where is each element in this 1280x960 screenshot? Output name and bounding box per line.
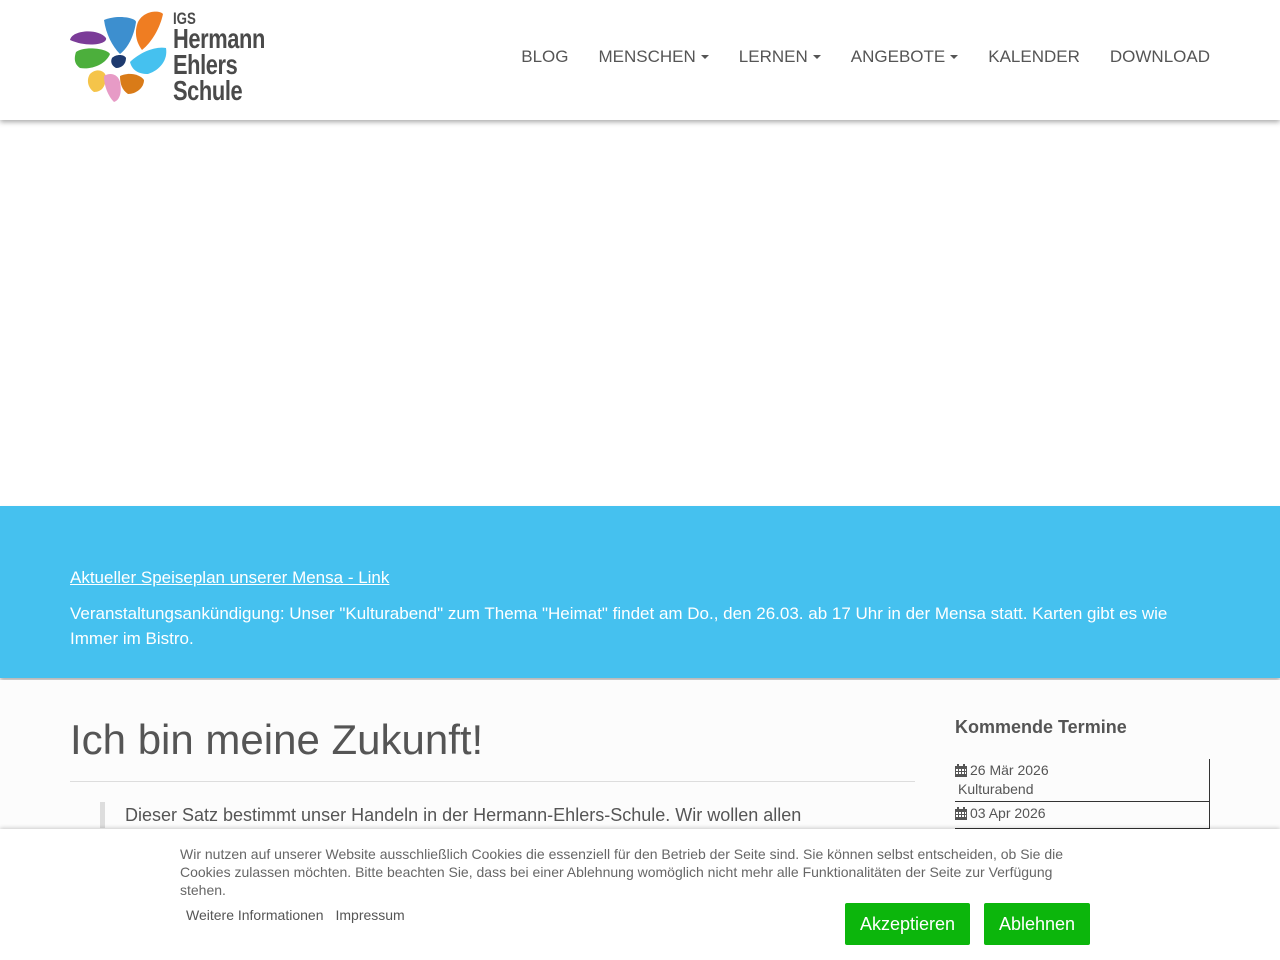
imprint-link[interactable]: Impressum — [335, 907, 404, 923]
nav-label: MENSCHEN — [598, 47, 696, 66]
caret-down-icon — [700, 55, 709, 59]
main-nav: BLOG MENSCHEN LERNEN ANGEBOTE KALENDER D… — [521, 47, 1210, 67]
more-info-link[interactable]: Weitere Informationen — [186, 907, 323, 923]
caret-down-icon — [950, 55, 959, 59]
nav-label: ANGEBOTE — [850, 47, 946, 66]
menu-plan-link[interactable]: Aktueller Speiseplan unserer Mensa - Lin… — [70, 568, 389, 588]
event-announcement: Veranstaltungsankündigung: Unser "Kultur… — [70, 604, 1168, 648]
event-date: 26 Mär 2026 — [955, 762, 1209, 778]
nav-item-menschen[interactable]: MENSCHEN — [599, 47, 709, 67]
page-title: Ich bin meine Zukunft! — [70, 716, 484, 763]
nav-label: LERNEN — [738, 47, 808, 66]
upcoming-events-list: 26 Mär 2026 Kulturabend 03 Apr 2026 — [955, 759, 1210, 829]
nav-label: KALENDER — [988, 47, 1080, 66]
site-header: IGS Hermann Ehlers Schule BLOG MENSCHEN … — [0, 0, 1280, 120]
nav-item-blog[interactable]: BLOG — [521, 47, 568, 67]
cookie-links: Weitere Informationen Impressum — [186, 907, 405, 923]
logo-wordmark: IGS Hermann Ehlers Schule — [173, 10, 265, 105]
nav-item-lernen[interactable]: LERNEN — [739, 47, 821, 67]
caret-down-icon — [812, 55, 821, 59]
hero-area — [0, 120, 1280, 506]
nav-label: BLOG — [521, 47, 569, 66]
nav-item-download[interactable]: DOWNLOAD — [1110, 47, 1210, 67]
nav-item-angebote[interactable]: ANGEBOTE — [850, 47, 959, 67]
event-name: Kulturabend — [958, 781, 1034, 797]
calendar-icon — [955, 763, 967, 777]
nav-item-kalender[interactable]: KALENDER — [988, 47, 1080, 67]
cookie-consent-bar: Wir nutzen auf unserer Website ausschlie… — [0, 829, 1280, 960]
logo-petals-icon — [70, 11, 167, 102]
decline-cookies-button[interactable]: Ablehnen — [984, 903, 1090, 945]
event-date: 03 Apr 2026 — [955, 805, 1209, 821]
accept-cookies-button[interactable]: Akzeptieren — [845, 903, 970, 945]
school-logo[interactable]: IGS Hermann Ehlers Schule — [68, 8, 268, 108]
title-divider — [70, 781, 915, 782]
intro-quote: Dieser Satz bestimmt unser Handeln in de… — [100, 802, 900, 828]
cookie-notice-text: Wir nutzen auf unserer Website ausschlie… — [180, 846, 1064, 898]
announcement-banner: Aktueller Speiseplan unserer Mensa - Lin… — [0, 506, 1280, 678]
nav-label: DOWNLOAD — [1109, 47, 1210, 66]
event-item[interactable]: 03 Apr 2026 — [955, 802, 1209, 829]
logo-line-3: Schule — [173, 75, 243, 106]
event-item[interactable]: 26 Mär 2026 Kulturabend — [955, 759, 1209, 802]
event-date-text: 26 Mär 2026 — [970, 762, 1049, 778]
calendar-icon — [955, 806, 967, 820]
upcoming-events-title: Kommende Termine — [955, 717, 1127, 737]
event-date-text: 03 Apr 2026 — [970, 805, 1046, 821]
